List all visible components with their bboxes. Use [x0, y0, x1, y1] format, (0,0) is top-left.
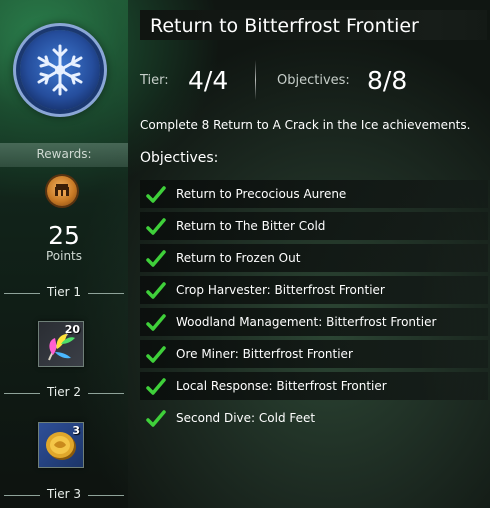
- reward-item-coin[interactable]: 3: [38, 422, 84, 468]
- objective-label: Return to Precocious Aurene: [176, 187, 347, 201]
- checkmark-icon: [146, 218, 166, 235]
- divider: [88, 293, 124, 294]
- objectives-count-value: 8/8: [367, 66, 408, 95]
- objective-label: Return to Frozen Out: [176, 251, 301, 265]
- objective-row: Woodland Management: Bitterfrost Frontie…: [140, 308, 488, 336]
- objective-label: Local Response: Bitterfrost Frontier: [176, 379, 387, 393]
- tier-1-label: Tier 1: [46, 285, 82, 299]
- checkmark-icon: [146, 346, 166, 363]
- reward-count: 3: [72, 424, 80, 437]
- objective-row: Return to Precocious Aurene: [140, 180, 488, 208]
- checkmark-icon: [146, 410, 166, 427]
- reward-count: 20: [64, 323, 80, 336]
- objective-label: Second Dive: Cold Feet: [176, 411, 316, 425]
- objective-row: Return to Frozen Out: [140, 244, 488, 272]
- achievement-points-icon: [47, 176, 77, 206]
- checkmark-icon: [146, 282, 166, 299]
- tier-value: 4/4: [188, 66, 229, 95]
- checkmark-icon: [146, 250, 166, 267]
- snowflake-emblem-icon: [20, 30, 100, 110]
- tier-2-label: Tier 2: [46, 385, 82, 399]
- objective-row: Crop Harvester: Bitterfrost Frontier: [140, 276, 488, 304]
- tier-3-label: Tier 3: [46, 487, 82, 501]
- tier-2-row: Tier 2: [0, 385, 128, 401]
- objectives-count-label: Objectives:: [277, 73, 350, 88]
- objective-row: Ore Miner: Bitterfrost Frontier: [140, 340, 488, 368]
- achievement-title-bar: Return to Bitterfrost Frontier: [140, 10, 487, 40]
- objective-row: Local Response: Bitterfrost Frontier: [140, 372, 488, 400]
- checkmark-icon: [146, 186, 166, 203]
- achievement-title: Return to Bitterfrost Frontier: [150, 15, 419, 37]
- reward-item-feather[interactable]: 20: [38, 321, 84, 367]
- checkmark-icon: [146, 378, 166, 395]
- objective-row: Return to The Bitter Cold: [140, 212, 488, 240]
- objective-label: Ore Miner: Bitterfrost Frontier: [176, 347, 353, 361]
- achievement-description: Complete 8 Return to A Crack in the Ice …: [140, 118, 471, 132]
- rewards-label: Rewards:: [36, 147, 92, 161]
- divider: [88, 495, 124, 496]
- points-label: Points: [45, 249, 83, 263]
- tier-label: Tier:: [140, 73, 169, 88]
- objective-label: Return to The Bitter Cold: [176, 219, 326, 233]
- objective-label: Woodland Management: Bitterfrost Frontie…: [176, 315, 437, 329]
- divider: [88, 393, 124, 394]
- tier-1-row: Tier 1: [0, 285, 128, 301]
- checkmark-icon: [146, 314, 166, 331]
- objective-row: Second Dive: Cold Feet: [140, 404, 488, 432]
- objectives-list: Return to Precocious Aurene Return to Th…: [140, 180, 488, 436]
- objectives-heading: Objectives:: [140, 150, 219, 166]
- objective-label: Crop Harvester: Bitterfrost Frontier: [176, 283, 385, 297]
- tier-3-row: Tier 3: [0, 487, 128, 503]
- rewards-sidebar: Rewards: 25 Points Tier 1 20 Tier 2 3 Ti…: [0, 0, 128, 508]
- stat-divider: [255, 60, 256, 100]
- points-value: 25: [48, 221, 80, 250]
